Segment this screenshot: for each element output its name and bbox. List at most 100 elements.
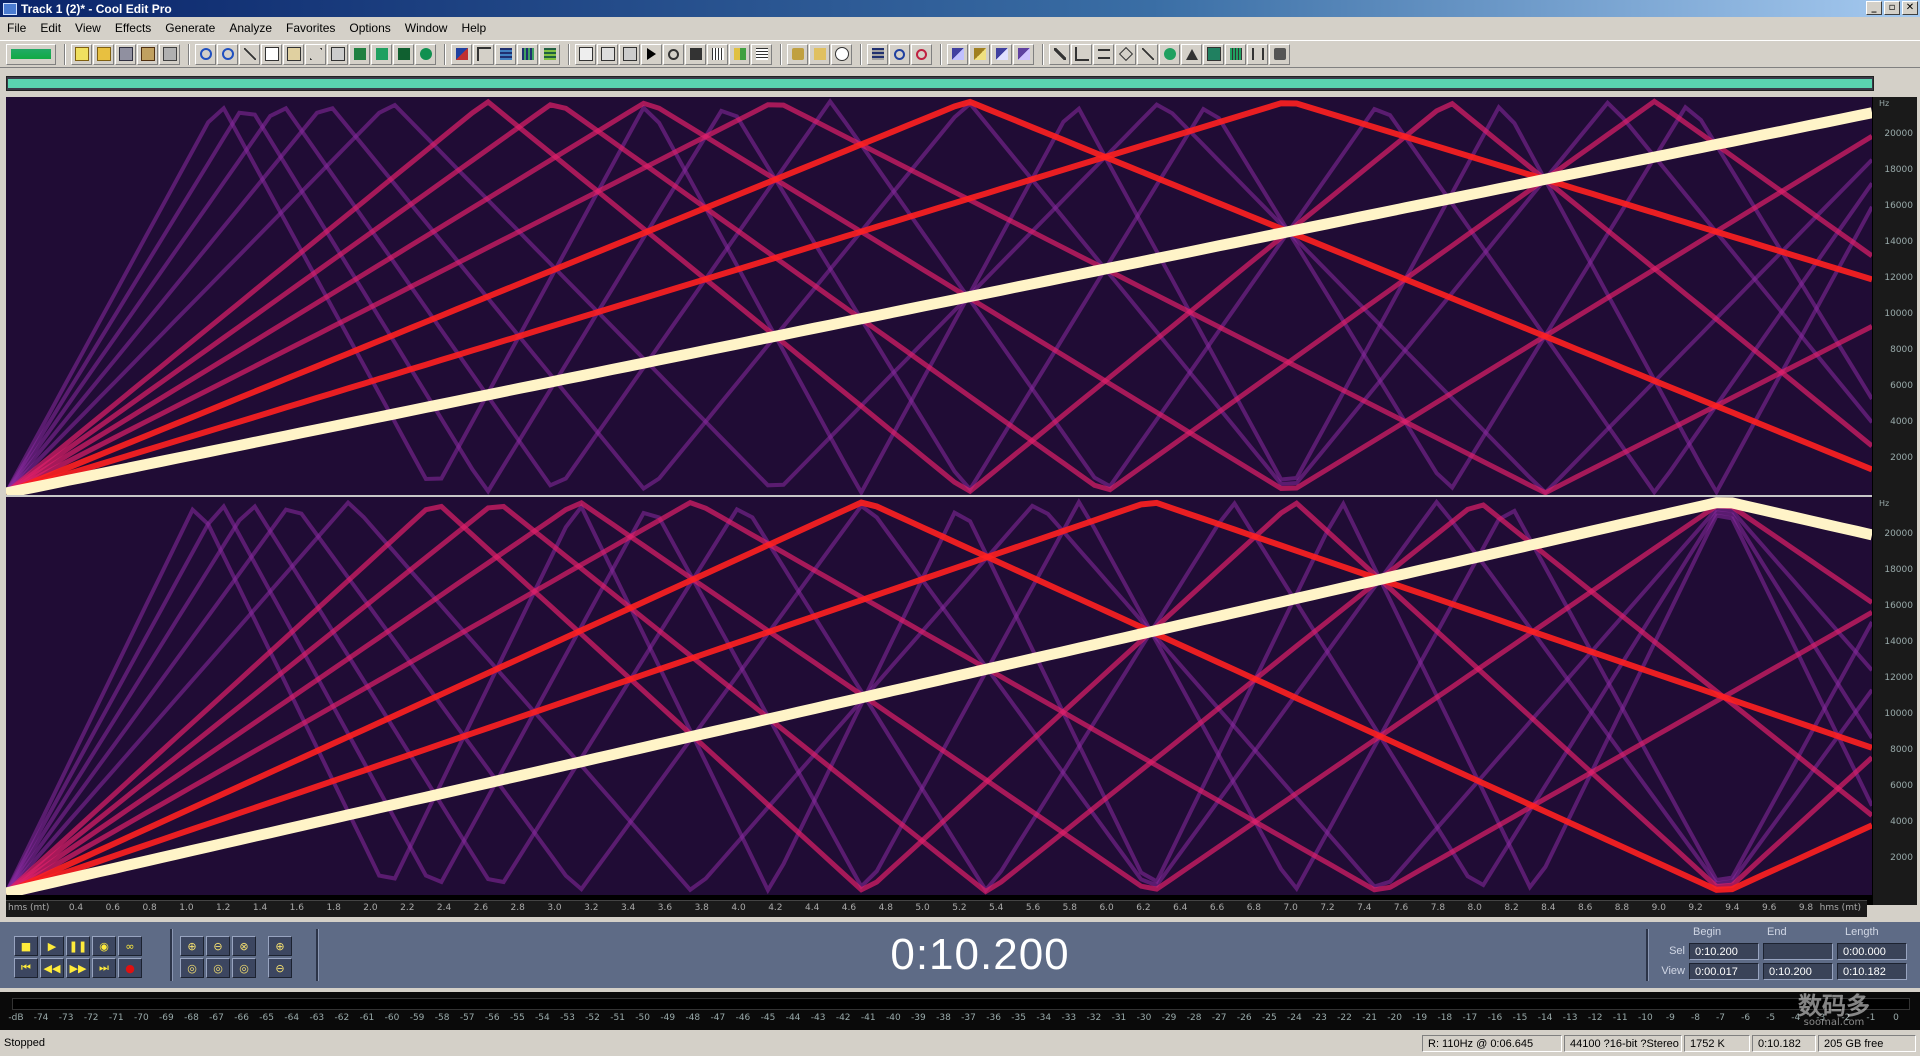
zoom-left-icon[interactable]: ◎ (206, 958, 230, 978)
amplify-icon[interactable] (947, 43, 968, 65)
sel-end-field[interactable] (1763, 943, 1833, 960)
channel-left[interactable] (6, 97, 1872, 495)
play-button[interactable]: ▶ (40, 936, 64, 956)
insert-icon[interactable] (371, 43, 392, 65)
record-button[interactable]: ● (118, 958, 142, 978)
go-to-start-button[interactable]: ⏮ (14, 958, 38, 978)
zoom-right-icon[interactable]: ◎ (232, 958, 256, 978)
view-end-field[interactable]: 0:10.200 (1763, 963, 1833, 980)
play-icon[interactable] (641, 43, 662, 65)
spectrogram-left (6, 97, 1872, 495)
envelope-effect-icon[interactable] (1013, 43, 1034, 65)
zoom-selection-icon[interactable]: ◎ (180, 958, 204, 978)
time-tick-label: 7.6 (1393, 903, 1409, 913)
graphic-eq-icon[interactable] (1225, 43, 1246, 65)
minimize-button[interactable]: _ (1866, 1, 1882, 15)
spectral-pan-icon[interactable] (517, 43, 538, 65)
close-button[interactable]: ✕ (1902, 1, 1918, 15)
envelope-icon[interactable] (473, 43, 494, 65)
close-file-button[interactable] (159, 43, 180, 65)
overview-bar[interactable] (6, 76, 1874, 91)
waveform-view-icon[interactable] (451, 43, 472, 65)
diamond-icon[interactable] (1115, 43, 1136, 65)
menu-effects[interactable]: Effects (108, 21, 158, 35)
loop-paste-icon[interactable] (349, 43, 370, 65)
redo-icon[interactable] (217, 43, 238, 65)
copy-icon[interactable] (261, 43, 282, 65)
go-to-end-button[interactable]: ⏭ (92, 958, 116, 978)
save-as-button[interactable] (137, 43, 158, 65)
speaker-icon[interactable] (1269, 43, 1290, 65)
menu-edit[interactable]: Edit (33, 21, 68, 35)
zoom-full-icon[interactable]: ⊗ (232, 936, 256, 956)
open-file-button[interactable] (93, 43, 114, 65)
time-ruler[interactable]: hms (mt) hms (mt) 0.4 0.6 0.8 1.0 1.2 1.4 1.6 1… (6, 900, 1867, 917)
counter-icon[interactable] (685, 43, 706, 65)
mix-paste-icon[interactable] (305, 43, 326, 65)
bowtie-icon[interactable] (1247, 43, 1268, 65)
menu-analyze[interactable]: Analyze (222, 21, 279, 35)
fast-forward-button[interactable]: ▶▶ (66, 958, 90, 978)
menu-view[interactable]: View (68, 21, 108, 35)
rewind-button[interactable]: ◀◀ (40, 958, 64, 978)
view-length-field[interactable]: 0:10.182 (1837, 963, 1907, 980)
settings-icon[interactable] (787, 43, 808, 65)
meter-tick-label: -11 (1612, 1013, 1628, 1023)
silence-icon[interactable] (1093, 43, 1114, 65)
loop-button[interactable]: ∞ (118, 936, 142, 956)
channel-right[interactable] (6, 497, 1872, 895)
pause-button[interactable]: ❚❚ (66, 936, 90, 956)
help-icon[interactable] (831, 43, 852, 65)
notes-icon[interactable] (809, 43, 830, 65)
list-icon[interactable] (751, 43, 772, 65)
zoom-out-icon[interactable]: ⊖ (206, 936, 230, 956)
reverse-icon[interactable] (1071, 43, 1092, 65)
tiles-icon[interactable] (729, 43, 750, 65)
window-icon[interactable] (575, 43, 596, 65)
undo-icon[interactable] (195, 43, 216, 65)
spectral-track-area[interactable] (6, 97, 1872, 905)
pen-icon[interactable] (1049, 43, 1070, 65)
menu-generate[interactable]: Generate (158, 21, 222, 35)
play-to-end-button[interactable]: ◉ (92, 936, 116, 956)
save-button[interactable] (115, 43, 136, 65)
stretch-icon[interactable] (1137, 43, 1158, 65)
frequency-analysis-icon[interactable] (867, 43, 888, 65)
menu-options[interactable]: Options (342, 21, 397, 35)
menu-favorites[interactable]: Favorites (279, 21, 342, 35)
noise-reduction-icon[interactable] (1159, 43, 1180, 65)
zoom-search-icon[interactable] (889, 43, 910, 65)
spectral-phase-icon[interactable] (539, 43, 560, 65)
normalize-icon[interactable] (991, 43, 1012, 65)
find-icon[interactable] (911, 43, 932, 65)
triangle-icon[interactable] (1181, 43, 1202, 65)
menu-file[interactable]: File (0, 21, 33, 35)
zoom-out-vertical-icon[interactable]: ⊖ (268, 958, 292, 978)
spectral-view-icon[interactable] (495, 43, 516, 65)
record-mode-icon[interactable] (393, 43, 414, 65)
paste-icon[interactable] (283, 43, 304, 65)
stop-button[interactable]: ■ (14, 936, 38, 956)
grid-icon[interactable] (707, 43, 728, 65)
window-icon-3[interactable] (619, 43, 640, 65)
monitor-icon[interactable] (1203, 43, 1224, 65)
cd-icon[interactable] (415, 43, 436, 65)
menu-window[interactable]: Window (398, 21, 455, 35)
spectral-display[interactable]: Hz 20000 18000 16000 14000 12000 10000 8000 6000… (6, 97, 1917, 905)
sel-begin-field[interactable]: 0:10.200 (1689, 943, 1759, 960)
multitrack-toggle-button[interactable] (6, 43, 56, 65)
search-icon[interactable] (663, 43, 684, 65)
cut-icon[interactable] (239, 43, 260, 65)
window-icon-2[interactable] (597, 43, 618, 65)
view-begin-field[interactable]: 0:00.017 (1689, 963, 1759, 980)
sel-length-field[interactable]: 0:00.000 (1837, 943, 1907, 960)
zoom-in-icon[interactable]: ⊕ (180, 936, 204, 956)
menu-help[interactable]: Help (454, 21, 493, 35)
length-header: Length (1845, 926, 1879, 938)
zoom-in-vertical-icon[interactable]: ⊕ (268, 936, 292, 956)
overview-range[interactable] (8, 79, 1872, 88)
fade-icon[interactable] (969, 43, 990, 65)
trim-icon[interactable] (327, 43, 348, 65)
restore-button[interactable]: ▫ (1884, 1, 1900, 15)
new-file-button[interactable] (71, 43, 92, 65)
